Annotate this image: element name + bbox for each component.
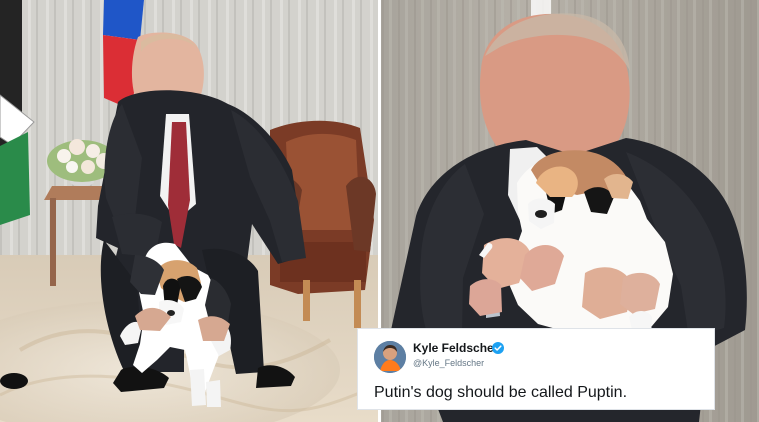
tweet-text: Putin's dog should be called Puptin. [374, 384, 628, 401]
avatar [374, 341, 406, 373]
left-photo [0, 0, 378, 422]
tweet-card: Kyle Feldscher @Kyle_Feldscher Putin's d… [357, 328, 715, 410]
tweet-author-name: Kyle Feldscher [413, 341, 499, 355]
image-frame: Kyle Feldscher @Kyle_Feldscher Putin's d… [0, 0, 759, 422]
tweet-author-handle: @Kyle_Feldscher [413, 358, 485, 368]
verified-badge-icon [492, 342, 504, 354]
